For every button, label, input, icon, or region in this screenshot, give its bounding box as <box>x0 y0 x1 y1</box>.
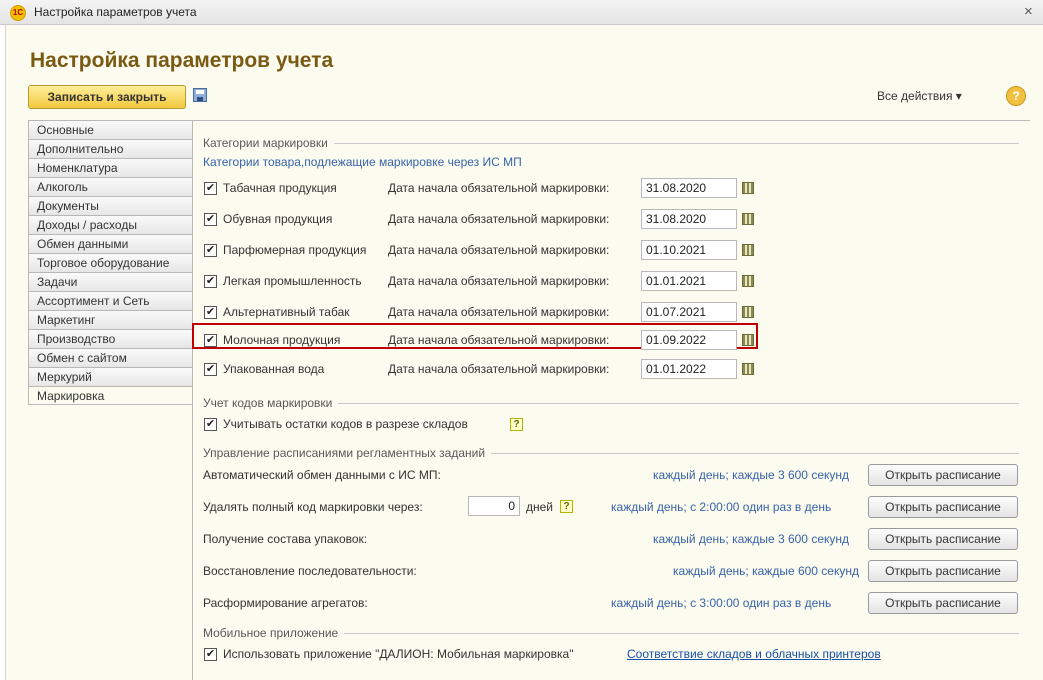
question-hint-icon[interactable]: ? <box>510 418 523 431</box>
category-label-alt-tobacco: Альтернативный табак <box>223 305 350 319</box>
tab-dokumenty[interactable]: Документы <box>28 196 193 215</box>
warehouses-printers-link[interactable]: Соответствие складов и облачных принтеро… <box>627 647 881 661</box>
close-icon[interactable]: × <box>1024 3 1033 20</box>
floppy-disk-icon[interactable] <box>193 88 207 102</box>
open-schedule-button-exchange[interactable]: Открыть расписание <box>868 464 1018 486</box>
tab-alkogol[interactable]: Алкоголь <box>28 177 193 196</box>
tab-obmen-dannymi[interactable]: Обмен данными <box>28 234 193 253</box>
open-schedule-button-delete-code[interactable]: Открыть расписание <box>868 496 1018 518</box>
tab-markirovka[interactable]: Маркировка <box>28 386 193 405</box>
date-field-light-industry[interactable]: 01.01.2021 <box>641 271 737 291</box>
help-circle-icon[interactable]: ? <box>1006 86 1026 106</box>
checkbox-alt-tobacco[interactable]: ✔ <box>204 306 217 319</box>
checkbox-shoes[interactable]: ✔ <box>204 213 217 226</box>
section-header-mobile: Мобильное приложение <box>203 626 1019 640</box>
checkbox-tobacco[interactable]: ✔ <box>204 182 217 195</box>
checkbox-codes-by-warehouse[interactable]: ✔ <box>204 418 217 431</box>
tab-osnovnye[interactable]: Основные <box>28 120 193 139</box>
date-label: Дата начала обязательной маркировки: <box>388 362 610 376</box>
window-title: Настройка параметров учета <box>34 5 197 19</box>
schedule-label-delete-code: Удалять полный код маркировки через: <box>203 500 423 514</box>
date-label: Дата начала обязательной маркировки: <box>388 212 610 226</box>
tab-list: Основные Дополнительно Номенклатура Алко… <box>28 120 193 405</box>
save-and-close-button[interactable]: Записать и закрыть <box>28 85 186 109</box>
codes-checkbox-label: Учитывать остатки кодов в разрезе складо… <box>223 417 468 431</box>
delete-days-input[interactable]: 0 <box>468 496 520 516</box>
date-field-shoes[interactable]: 31.08.2020 <box>641 209 737 229</box>
date-label: Дата начала обязательной маркировки: <box>388 181 610 195</box>
date-field-alt-tobacco[interactable]: 01.07.2021 <box>641 302 737 322</box>
tab-assortiment[interactable]: Ассортимент и Сеть <box>28 291 193 310</box>
calendar-icon[interactable] <box>742 275 754 287</box>
tab-marketing[interactable]: Маркетинг <box>28 310 193 329</box>
window-titlebar: 1С Настройка параметров учета × <box>0 0 1043 25</box>
checkbox-dairy[interactable]: ✔ <box>204 334 217 347</box>
schedule-label-exchange: Автоматический обмен данными с ИС МП: <box>203 468 441 482</box>
section-header-categories: Категории маркировки <box>203 136 1019 150</box>
tab-merkuriy[interactable]: Меркурий <box>28 367 193 386</box>
schedule-text-packages: каждый день; каждые 3 600 секунд <box>653 532 850 546</box>
checkbox-light-industry[interactable]: ✔ <box>204 275 217 288</box>
section-header-schedules: Управление расписаниями регламентных зад… <box>203 446 1019 460</box>
checkbox-water[interactable]: ✔ <box>204 363 217 376</box>
mobile-checkbox-label: Использовать приложение "ДАЛИОН: Мобильн… <box>223 647 574 661</box>
schedule-text-delete-code: каждый день; с 2:00:00 один раз в день <box>611 500 832 514</box>
date-field-water[interactable]: 01.01.2022 <box>641 359 737 379</box>
schedule-text-exchange: каждый день; каждые 3 600 секунд <box>653 468 850 482</box>
1c-logo-icon: 1С <box>10 5 26 21</box>
date-label: Дата начала обязательной маркировки: <box>388 274 610 288</box>
schedule-text-aggregates: каждый день; с 3:00:00 один раз в день <box>611 596 832 610</box>
calendar-icon[interactable] <box>742 244 754 256</box>
date-field-dairy[interactable]: 01.09.2022 <box>641 330 737 350</box>
tab-zadachi[interactable]: Задачи <box>28 272 193 291</box>
section-header-codes: Учет кодов маркировки <box>203 396 1019 410</box>
tab-nomenklatura[interactable]: Номенклатура <box>28 158 193 177</box>
schedule-label-packages: Получение состава упаковок: <box>203 532 368 546</box>
calendar-icon[interactable] <box>742 306 754 318</box>
open-schedule-button-sequence[interactable]: Открыть расписание <box>868 560 1018 582</box>
date-label: Дата начала обязательной маркировки: <box>388 305 610 319</box>
category-label-water: Упакованная вода <box>223 362 325 376</box>
days-label: дней <box>526 500 554 514</box>
schedule-text-sequence: каждый день; каждые 600 секунд <box>673 564 859 578</box>
question-hint-icon[interactable]: ? <box>560 500 573 513</box>
date-label: Дата начала обязательной маркировки: <box>388 243 610 257</box>
tab-dopolnitelno[interactable]: Дополнительно <box>28 139 193 158</box>
calendar-icon[interactable] <box>742 334 754 346</box>
schedule-label-sequence: Восстановление последовательности: <box>203 564 417 578</box>
checkbox-mobile-app[interactable]: ✔ <box>204 648 217 661</box>
checkbox-perfume[interactable]: ✔ <box>204 244 217 257</box>
calendar-icon[interactable] <box>742 363 754 375</box>
date-field-tobacco[interactable]: 31.08.2020 <box>641 178 737 198</box>
date-field-perfume[interactable]: 01.10.2021 <box>641 240 737 260</box>
categories-subtitle: Категории товара,подлежащие маркировке ч… <box>203 155 522 169</box>
category-label-light-industry: Легкая промышленность <box>223 274 362 288</box>
category-label-dairy: Молочная продукция <box>223 333 341 347</box>
category-label-perfume: Парфюмерная продукция <box>223 243 367 257</box>
all-actions-menu[interactable]: Все действия ▾ <box>877 89 962 103</box>
tab-dohody-rashody[interactable]: Доходы / расходы <box>28 215 193 234</box>
tab-obmen-s-saytom[interactable]: Обмен с сайтом <box>28 348 193 367</box>
category-label-shoes: Обувная продукция <box>223 212 333 226</box>
calendar-icon[interactable] <box>742 213 754 225</box>
calendar-icon[interactable] <box>742 182 754 194</box>
date-label: Дата начала обязательной маркировки: <box>388 333 610 347</box>
tab-torgovoe-oborudovanie[interactable]: Торговое оборудование <box>28 253 193 272</box>
open-schedule-button-aggregates[interactable]: Открыть расписание <box>868 592 1018 614</box>
tab-proizvodstvo[interactable]: Производство <box>28 329 193 348</box>
category-label-tobacco: Табачная продукция <box>223 181 337 195</box>
page-title: Настройка параметров учета <box>30 49 334 72</box>
schedule-label-aggregates: Расформирование агрегатов: <box>203 596 368 610</box>
open-schedule-button-packages[interactable]: Открыть расписание <box>868 528 1018 550</box>
